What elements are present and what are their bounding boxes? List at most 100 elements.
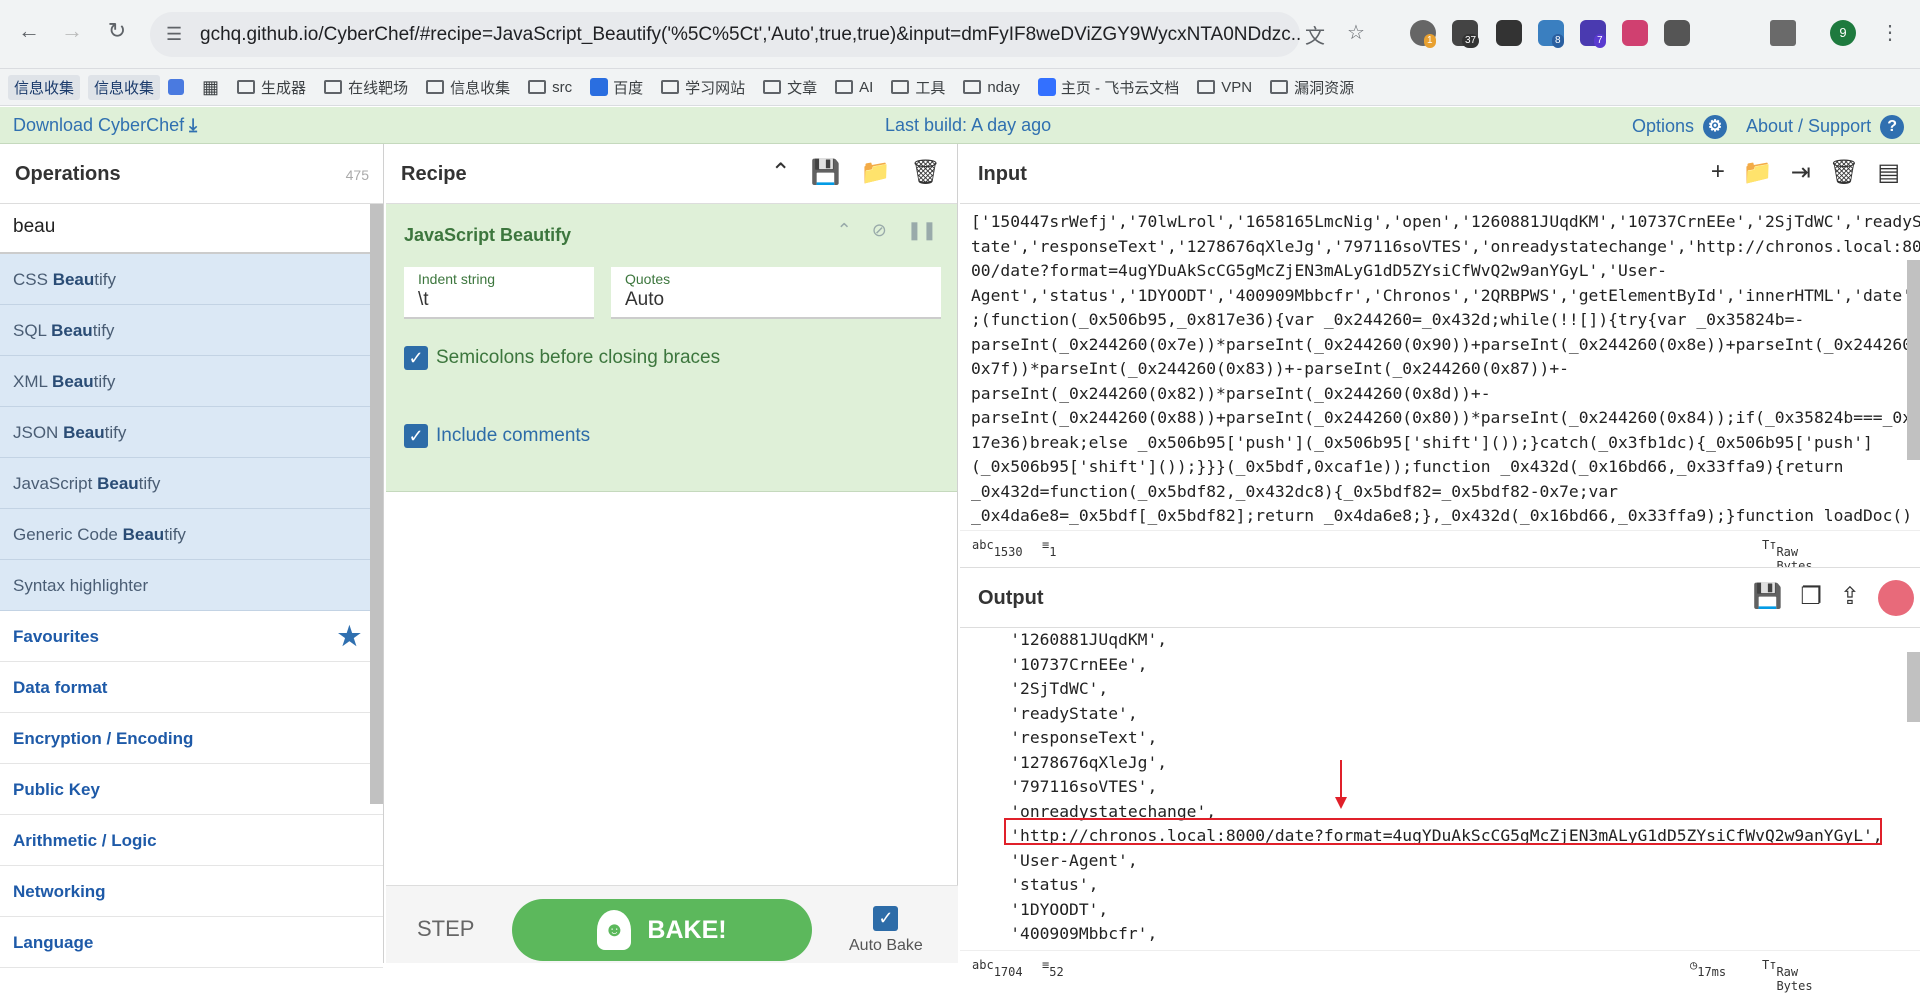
- bookmark[interactable]: 百度: [590, 77, 643, 98]
- clear-input-icon[interactable]: 🗑: [1829, 158, 1859, 187]
- input-panel: Input + 📁 ⇥ 🗑 ▤ ['150447srWefj','70lwLro…: [960, 144, 1920, 573]
- op-generic-code-beautify[interactable]: Generic Code Beautify: [0, 509, 383, 560]
- output-line: 'status',: [971, 875, 1099, 894]
- bookmark-blue-square-icon[interactable]: [168, 79, 185, 95]
- recipe-header: Recipe ⌃ 💾 📁 🗑: [386, 144, 957, 204]
- extension-icon[interactable]: 8: [1538, 20, 1564, 48]
- bake-button[interactable]: ☻ BAKE!: [512, 899, 812, 961]
- bookmark-folder[interactable]: 工具: [891, 77, 945, 98]
- extension-icon[interactable]: 37: [1452, 20, 1480, 48]
- floating-translate-icon[interactable]: [1878, 580, 1914, 616]
- length-label: abc 1704: [972, 958, 1023, 979]
- bookmark-folder[interactable]: src: [528, 79, 572, 96]
- download-link[interactable]: Download CyberChef ⤓: [13, 115, 197, 136]
- site-info-icon[interactable]: ☰: [166, 24, 182, 45]
- chevron-up-icon[interactable]: ⌃: [837, 220, 852, 241]
- replace-input-icon[interactable]: ⇪: [1840, 582, 1860, 611]
- op-xml-beautify[interactable]: XML Beautify: [0, 356, 383, 407]
- bookmark-folder[interactable]: 文章: [763, 77, 817, 98]
- operations-scrollbar[interactable]: [370, 204, 383, 804]
- extension-icon[interactable]: 1: [1410, 20, 1436, 48]
- operations-count: 475: [345, 167, 369, 183]
- bookmark-folder[interactable]: nday: [963, 79, 1020, 96]
- include-comments-checkbox[interactable]: ✓ Include comments: [404, 424, 590, 448]
- folder-icon: [763, 80, 782, 94]
- category-public-key[interactable]: Public Key: [0, 764, 383, 815]
- indent-string-field[interactable]: Indent string \t: [404, 267, 594, 319]
- category-encryption-encoding[interactable]: Encryption / Encoding: [0, 713, 383, 764]
- category-data-format[interactable]: Data format: [0, 662, 383, 713]
- bake-time-label: ◷ 17ms: [1690, 958, 1727, 979]
- bookmark-folder[interactable]: 学习网站: [661, 77, 745, 98]
- op-json-beautify[interactable]: JSON Beautify: [0, 407, 383, 458]
- op-javascript-beautify[interactable]: JavaScript Beautify: [0, 458, 383, 509]
- apps-grid-icon[interactable]: ▦: [202, 77, 219, 98]
- translate-icon[interactable]: 文: [1305, 20, 1325, 49]
- highlight-box: [1004, 818, 1882, 845]
- op-sql-beautify[interactable]: SQL Beautify: [0, 305, 383, 356]
- disable-icon[interactable]: ⊘: [872, 220, 887, 241]
- output-textarea[interactable]: '1260881JUqdKM', '10737CrnEEe', '2SjTdWC…: [960, 628, 1920, 950]
- recipe-op-name: JavaScript Beautify: [404, 225, 572, 245]
- menu-icon[interactable]: ⋮: [1880, 20, 1900, 45]
- save-output-icon[interactable]: 💾: [1752, 582, 1782, 611]
- bookmark[interactable]: 主页 - 飞书云文档: [1037, 77, 1179, 98]
- input-line: 00/date?format=4ugYDuAkScCG5gMcZjEN3mALy…: [971, 261, 1667, 280]
- layout-icon[interactable]: ▤: [1877, 158, 1900, 187]
- bookmark-star-icon[interactable]: ☆: [1347, 20, 1365, 45]
- operations-search-input[interactable]: beau: [0, 204, 383, 254]
- category-arithmetic-logic[interactable]: Arithmetic / Logic: [0, 815, 383, 866]
- raw-bytes-toggle[interactable]: Tт Raw Bytes: [1762, 958, 1813, 993]
- address-bar[interactable]: ☰ gchq.github.io/CyberChef/#recipe=JavaS…: [150, 12, 1300, 57]
- auto-bake-checkbox[interactable]: ✓ Auto Bake: [849, 906, 923, 955]
- step-button[interactable]: STEP: [417, 916, 474, 942]
- extensions-puzzle-icon[interactable]: [1770, 20, 1796, 46]
- open-folder-icon[interactable]: 📁: [1743, 158, 1773, 187]
- extension-icon[interactable]: [1496, 20, 1522, 46]
- folder-open-icon[interactable]: 📁: [861, 158, 891, 187]
- profile-avatar[interactable]: 9: [1830, 20, 1856, 46]
- output-scrollbar[interactable]: [1907, 652, 1920, 722]
- bookmark-folder[interactable]: VPN: [1197, 79, 1252, 96]
- extension-icon[interactable]: [1664, 20, 1690, 46]
- op-css-beautify[interactable]: CSS Beautify: [0, 254, 383, 305]
- back-icon[interactable]: ←: [12, 14, 46, 48]
- input-line: 17e36)break;else _0x506b95['push'](_0x50…: [971, 432, 1873, 452]
- bookmark-folder[interactable]: 漏洞资源: [1270, 77, 1354, 98]
- reload-icon[interactable]: ↻: [100, 14, 134, 48]
- open-file-icon[interactable]: ⇥: [1791, 158, 1811, 187]
- add-tab-icon[interactable]: +: [1711, 158, 1725, 187]
- bookmark-folder[interactable]: AI: [835, 79, 873, 96]
- operations-title: Operations: [15, 163, 121, 185]
- bookmark-folder[interactable]: 生成器: [237, 77, 306, 98]
- operations-header: Operations 475: [0, 144, 383, 204]
- pause-icon[interactable]: ❚❚: [907, 220, 937, 241]
- forward-icon[interactable]: →: [55, 14, 89, 48]
- input-scrollbar[interactable]: [1907, 260, 1920, 460]
- bookmark-folder[interactable]: 在线靶场: [324, 77, 408, 98]
- quotes-select[interactable]: Quotes Auto: [611, 267, 941, 319]
- output-title: Output: [978, 587, 1044, 609]
- trash-icon[interactable]: 🗑: [911, 158, 941, 187]
- checkmark-icon: ✓: [404, 424, 428, 448]
- raw-bytes-toggle[interactable]: Tт Raw Bytes: [1762, 538, 1813, 573]
- category-language[interactable]: Language: [0, 917, 383, 968]
- help-icon: ?: [1880, 115, 1905, 139]
- bookmark[interactable]: 信息收集: [88, 74, 161, 100]
- category-networking[interactable]: Networking: [0, 866, 383, 917]
- output-line: '1260881JUqdKM',: [971, 630, 1168, 649]
- collapse-icon[interactable]: ⌃: [771, 158, 791, 187]
- input-textarea[interactable]: ['150447srWefj','70lwLrol','1658165LmcNi…: [960, 204, 1920, 530]
- save-icon[interactable]: 💾: [811, 158, 841, 187]
- options-link[interactable]: Options ⚙: [1632, 115, 1728, 139]
- category-favourites[interactable]: Favourites ★: [0, 611, 383, 662]
- bookmark-folder[interactable]: 信息收集: [426, 77, 510, 98]
- extension-icon[interactable]: [1622, 20, 1648, 46]
- semicolons-checkbox[interactable]: ✓ Semicolons before closing braces: [404, 346, 720, 370]
- about-link[interactable]: About / Support ?: [1746, 115, 1905, 139]
- extension-icon[interactable]: 7: [1580, 20, 1606, 48]
- input-line: ;(function(_0x506b95,_0x817e36){var _0x2…: [971, 310, 1805, 329]
- copy-output-icon[interactable]: ❐: [1800, 582, 1822, 611]
- bookmark[interactable]: 信息收集: [8, 74, 81, 100]
- op-syntax-highlighter[interactable]: Syntax highlighter: [0, 560, 383, 611]
